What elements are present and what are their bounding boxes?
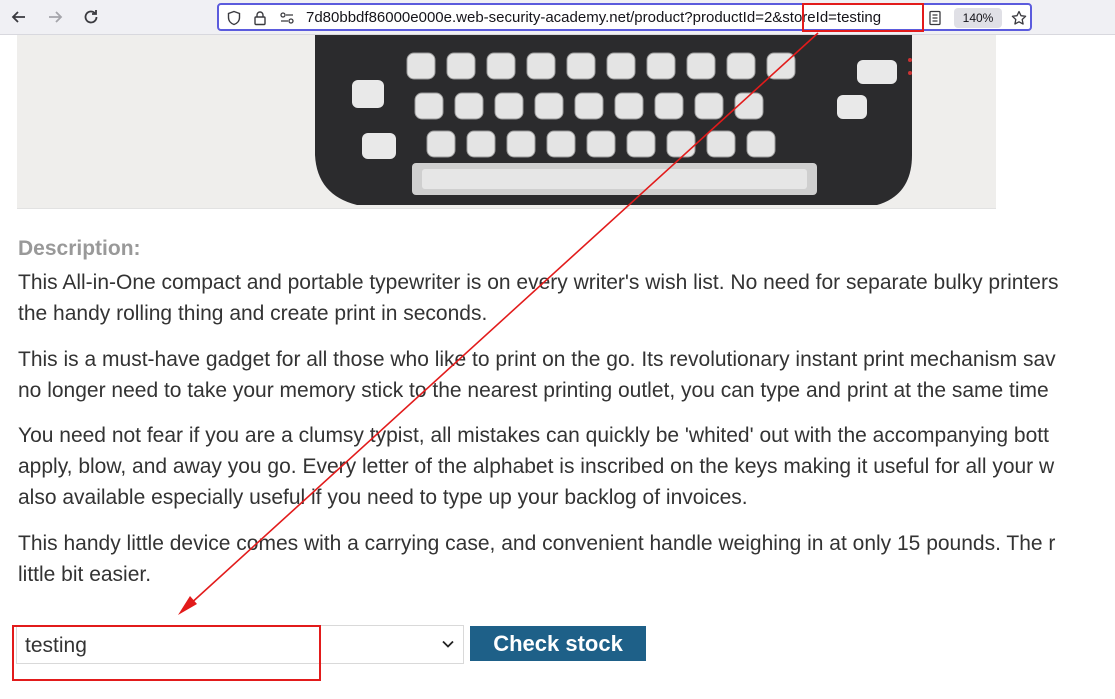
typewriter-key bbox=[746, 130, 776, 158]
forward-button[interactable] bbox=[43, 6, 67, 28]
zoom-level-button[interactable]: 140% bbox=[954, 8, 1002, 28]
typewriter-key bbox=[686, 52, 716, 80]
product-image bbox=[17, 35, 996, 209]
typewriter-key bbox=[494, 92, 524, 120]
typewriter-key bbox=[666, 130, 696, 158]
typewriter-key bbox=[414, 92, 444, 120]
typewriter-key bbox=[546, 130, 576, 158]
typewriter-key bbox=[586, 130, 616, 158]
description-heading: Description: bbox=[18, 237, 141, 260]
url-text[interactable]: 7d80bbdf86000e000e.web-security-academy.… bbox=[306, 9, 881, 26]
typewriter-key bbox=[734, 92, 764, 120]
site-security-button[interactable] bbox=[251, 9, 269, 27]
paragraph-line: This All-in-One compact and portable typ… bbox=[18, 271, 1059, 294]
typewriter-key bbox=[466, 130, 496, 158]
typewriter-key bbox=[446, 52, 476, 80]
paragraph-line: This handy little device comes with a ca… bbox=[18, 532, 1056, 555]
typewriter-key bbox=[486, 52, 516, 80]
bookmark-button[interactable] bbox=[1010, 9, 1028, 27]
paragraph-line: apply, blow, and away you go. Every lett… bbox=[18, 455, 1055, 478]
typewriter-key bbox=[726, 52, 756, 80]
paragraph-line: little bit easier. bbox=[18, 563, 152, 586]
typewriter-key bbox=[694, 92, 724, 120]
paragraph-line: also available especially useful if you … bbox=[18, 486, 748, 509]
paragraph-line: You need not fear if you are a clumsy ty… bbox=[18, 424, 1049, 447]
annotation-highlight-store-select bbox=[12, 625, 321, 681]
typewriter-key bbox=[766, 52, 796, 80]
typewriter-key bbox=[626, 130, 656, 158]
typewriter-key bbox=[646, 52, 676, 80]
typewriter-key bbox=[506, 130, 536, 158]
chevron-down-icon bbox=[442, 640, 454, 648]
typewriter-key bbox=[566, 52, 596, 80]
paragraph-line: the handy rolling thing and create print… bbox=[18, 302, 488, 325]
lock-icon bbox=[254, 11, 266, 26]
typewriter-key bbox=[654, 92, 684, 120]
reader-view-icon bbox=[929, 10, 941, 26]
typewriter-key bbox=[706, 130, 736, 158]
browser-toolbar: 7d80bbdf86000e000e.web-security-academy.… bbox=[0, 0, 1115, 35]
paragraph-line: This is a must-have gadget for all those… bbox=[18, 348, 1056, 371]
site-info-icon bbox=[280, 12, 294, 24]
typewriter-key bbox=[534, 92, 564, 120]
typewriter-key bbox=[614, 92, 644, 120]
typewriter-illustration bbox=[17, 35, 996, 208]
typewriter-key bbox=[426, 130, 456, 158]
tracking-protection-button[interactable] bbox=[225, 9, 243, 27]
check-stock-button[interactable]: Check stock bbox=[470, 626, 646, 661]
shield-icon bbox=[227, 10, 241, 26]
typewriter-key bbox=[574, 92, 604, 120]
typewriter-key bbox=[526, 52, 556, 80]
bookmark-star-icon bbox=[1011, 10, 1027, 25]
back-arrow-icon bbox=[11, 11, 25, 23]
typewriter-key bbox=[454, 92, 484, 120]
reader-view-button[interactable] bbox=[926, 9, 944, 27]
typewriter-key bbox=[606, 52, 636, 80]
back-button[interactable] bbox=[7, 6, 31, 28]
forward-arrow-icon bbox=[49, 11, 63, 23]
annotation-highlight-url-param bbox=[802, 3, 924, 32]
reload-button[interactable] bbox=[79, 6, 103, 28]
site-permissions-button[interactable] bbox=[278, 9, 296, 27]
paragraph-line: no longer need to take your memory stick… bbox=[18, 379, 1049, 402]
reload-icon bbox=[84, 10, 98, 24]
typewriter-key bbox=[406, 52, 436, 80]
